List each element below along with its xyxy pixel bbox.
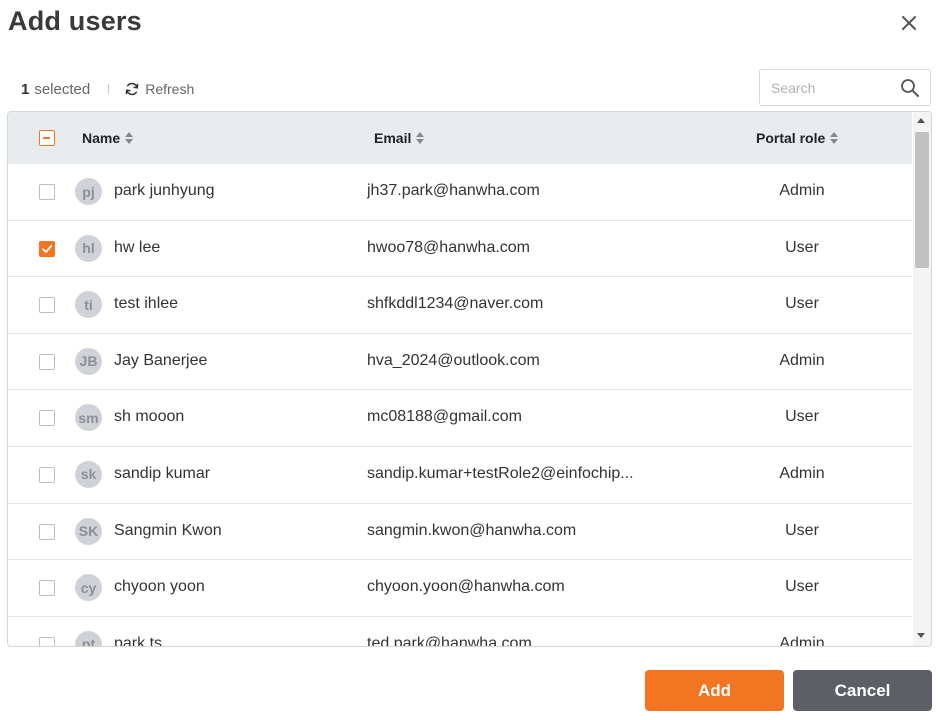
- search-input[interactable]: [771, 78, 891, 98]
- row-checkbox[interactable]: [39, 523, 55, 540]
- scrollbar-thumb[interactable]: [915, 132, 929, 268]
- user-email: shfkddl1234@naver.com: [367, 295, 544, 313]
- table-row[interactable]: hl hw lee hwoo78@hanwha.com User: [8, 221, 912, 278]
- refresh-icon: [125, 82, 139, 96]
- table-header: Name Email Portal role: [8, 112, 912, 164]
- close-icon[interactable]: [897, 11, 921, 35]
- user-role: Admin: [779, 634, 825, 647]
- refresh-button[interactable]: Refresh: [124, 81, 194, 97]
- user-name: Jay Banerjee: [114, 351, 208, 369]
- user-role: User: [785, 578, 819, 596]
- check-icon: [42, 244, 53, 253]
- user-name: Sangmin Kwon: [114, 521, 222, 539]
- avatar: JB: [75, 347, 102, 375]
- avatar: hl: [75, 234, 102, 262]
- table-row[interactable]: sm sh mooon mc08188@gmail.com User: [8, 390, 912, 447]
- sort-icon: [125, 132, 134, 144]
- avatar: pj: [75, 178, 102, 205]
- column-header-role-label: Portal role: [756, 130, 826, 146]
- select-all-checkbox[interactable]: [39, 130, 55, 146]
- user-email: sandip.kumar+testRole2@einfochip...: [367, 464, 634, 482]
- user-role: Admin: [779, 464, 825, 482]
- user-email: mc08188@gmail.com: [367, 408, 522, 426]
- row-checkbox[interactable]: [39, 184, 55, 200]
- user-email: jh37.park@hanwha.com: [367, 182, 540, 199]
- refresh-label: Refresh: [145, 81, 195, 97]
- user-role: User: [785, 408, 819, 426]
- table-body: pj park junhyung jh37.park@hanwha.com Ad…: [8, 164, 912, 647]
- row-checkbox[interactable]: [39, 466, 55, 483]
- avatar: sm: [75, 404, 102, 432]
- row-checkbox[interactable]: [39, 410, 55, 427]
- user-name: park junhyung: [114, 182, 215, 199]
- avatar: ti: [75, 291, 102, 319]
- user-email: chyoon.yoon@hanwha.com: [367, 578, 565, 596]
- table-row[interactable]: cy chyoon yoon chyoon.yoon@hanwha.com Us…: [8, 560, 912, 617]
- user-name: test ihlee: [114, 295, 179, 313]
- users-table: Name Email Portal role pj park junhyung …: [7, 111, 932, 647]
- user-name: park ts: [114, 634, 163, 647]
- row-checkbox[interactable]: [39, 297, 55, 314]
- user-role: User: [785, 238, 819, 256]
- avatar: SK: [75, 517, 102, 545]
- table-row[interactable]: pj park junhyung jh37.park@hanwha.com Ad…: [8, 164, 912, 221]
- user-name: hw lee: [114, 238, 161, 256]
- search-icon[interactable]: [900, 78, 920, 98]
- toolbar-divider: [108, 84, 110, 94]
- table-row[interactable]: SK Sangmin Kwon sangmin.kwon@hanwha.com …: [8, 504, 912, 561]
- column-header-email[interactable]: Email: [374, 112, 425, 164]
- column-header-email-label: Email: [374, 130, 412, 146]
- selected-label: selected: [34, 80, 91, 98]
- sort-icon: [416, 132, 425, 144]
- row-checkbox[interactable]: [39, 636, 55, 646]
- table-row[interactable]: sk sandip kumar sandip.kumar+testRole2@e…: [8, 447, 912, 504]
- avatar: pt: [75, 630, 102, 646]
- user-email: ted.park@hanwha.com: [367, 634, 532, 647]
- user-email: sangmin.kwon@hanwha.com: [367, 521, 577, 539]
- column-header-role[interactable]: Portal role: [756, 112, 839, 164]
- toolbar: 1 selected Refresh: [21, 78, 194, 100]
- table-row[interactable]: pt park ts ted.park@hanwha.com Admin: [8, 617, 912, 647]
- user-name: sandip kumar: [114, 464, 211, 482]
- table-row[interactable]: JB Jay Banerjee hva_2024@outlook.com Adm…: [8, 334, 912, 391]
- column-header-name-label: Name: [82, 130, 121, 146]
- row-checkbox[interactable]: [39, 353, 55, 370]
- user-email: hwoo78@hanwha.com: [367, 238, 531, 256]
- user-role: Admin: [779, 182, 825, 199]
- scroll-down-arrow-icon[interactable]: [917, 633, 925, 638]
- row-checkbox[interactable]: [39, 240, 55, 257]
- user-name: sh mooon: [114, 408, 185, 426]
- user-name: chyoon yoon: [114, 578, 205, 596]
- vertical-scrollbar[interactable]: [913, 112, 931, 646]
- user-role: Admin: [779, 351, 825, 369]
- table-row[interactable]: ti test ihlee shfkddl1234@naver.com User: [8, 277, 912, 334]
- add-button[interactable]: Add: [645, 670, 784, 711]
- dialog-title: Add users: [8, 6, 142, 36]
- user-role: User: [785, 295, 819, 313]
- column-header-name[interactable]: Name: [82, 112, 134, 164]
- user-email: hva_2024@outlook.com: [367, 351, 540, 369]
- sort-icon: [830, 132, 839, 144]
- cancel-button[interactable]: Cancel: [793, 670, 932, 711]
- avatar: sk: [75, 460, 102, 488]
- user-role: User: [785, 521, 819, 539]
- search-box: [759, 69, 931, 106]
- scroll-up-arrow-icon[interactable]: [917, 118, 925, 123]
- selected-count: 1: [21, 80, 30, 98]
- row-checkbox[interactable]: [39, 580, 55, 597]
- avatar: cy: [75, 574, 102, 602]
